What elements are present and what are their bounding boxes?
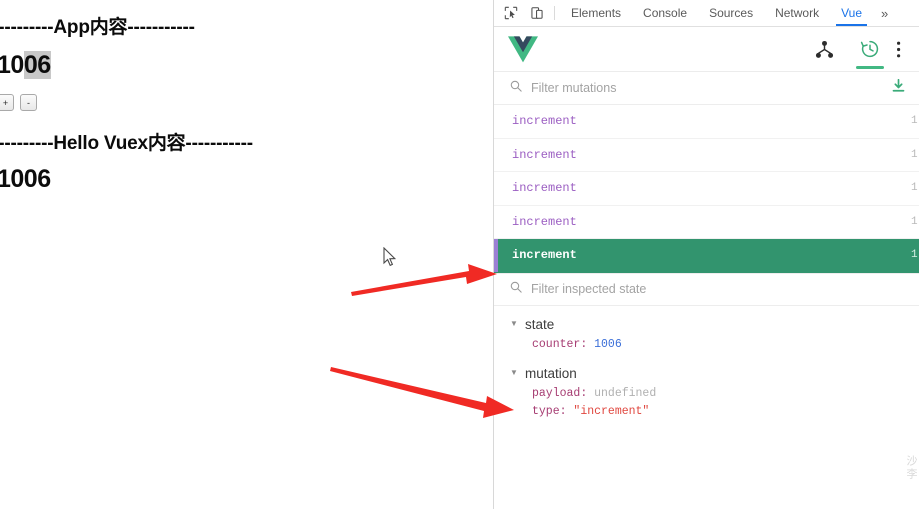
mutation-key: type [532,405,560,418]
mutation-separator: : [559,405,574,418]
mutation-timestamp: 1 [911,115,918,128]
state-row-counter: counter: 1006 [494,336,919,354]
inspector-group-mutation: ▼ mutation payload: undefined type: "inc… [494,362,919,421]
hello-vuex-counter-value: 1006 [0,165,51,193]
mutation-name: increment [512,248,577,263]
state-separator: : [580,338,595,351]
hello-vuex-section-heading: -----------Hello Vuex内容----------- [0,133,253,154]
tab-network[interactable]: Network [764,0,830,26]
mutations-filter-input[interactable] [531,81,884,95]
mutation-value: "increment" [573,405,650,418]
mutation-name: increment [512,147,577,162]
mutation-row[interactable]: increment 1 [494,172,919,206]
tab-console[interactable]: Console [632,0,698,26]
app-counter-selected-text: 06 [23,51,51,79]
mutation-value: undefined [594,387,657,400]
devtools-panel: Elements Console Sources Network Vue » F… [493,0,919,509]
mutation-row[interactable]: increment 1 [494,139,919,172]
import-state-icon[interactable] [892,78,905,98]
mutation-timestamp: 1 [911,215,918,228]
mutation-group-toggle[interactable]: ▼ mutation [494,362,919,385]
mutation-separator: : [580,387,595,400]
search-icon [510,79,522,97]
app-section-heading: -----------App内容----------- [0,17,195,38]
app-counter-value: 1006 [0,51,51,80]
settings-kebab-icon[interactable] [893,27,913,72]
vue-logo [508,35,538,62]
devtools-tabbar: Elements Console Sources Network Vue » [494,0,919,27]
screenshot-root: -----------App内容----------- 1006 + - ---… [0,0,919,509]
tab-vue[interactable]: Vue [830,0,873,26]
watermark-text: 沙李 [905,455,917,481]
mutation-key: payload [532,387,581,400]
state-group-toggle[interactable]: ▼ state [494,313,919,336]
mutation-name: increment [512,114,577,129]
vuex-history-icon[interactable] [847,27,893,72]
mutation-row[interactable]: increment 1 [494,105,919,139]
inspect-element-icon[interactable] [498,0,524,26]
mutations-list: increment 1 increment 1 increment 1 incr… [494,105,919,273]
state-group-label: state [525,316,555,332]
mouse-cursor-icon [383,247,397,267]
app-counter-prefix: 10 [0,51,24,79]
mutation-row-type: type: "increment" [494,403,919,421]
mutation-row-selected[interactable]: increment 1 [494,239,919,273]
tabs-overflow-icon[interactable]: » [873,0,896,26]
mutation-row-payload: payload: undefined [494,385,919,403]
state-key: counter [532,338,581,351]
caret-down-icon: ▼ [510,368,518,377]
search-icon [510,280,522,298]
counter-button-group: + - [0,94,37,111]
mutation-group-label: mutation [525,365,577,381]
mutation-timestamp: 1 [911,249,918,262]
component-tree-icon[interactable] [801,27,847,72]
tab-elements[interactable]: Elements [560,0,632,26]
mutation-name: increment [512,214,577,229]
vue-devtools-toolbar [494,27,919,72]
mutation-timestamp: 1 [911,148,918,161]
inspector-group-state: ▼ state counter: 1006 [494,313,919,354]
decrement-button[interactable]: - [20,94,37,111]
increment-button[interactable]: + [0,94,14,111]
state-inspector: ▼ state counter: 1006 ▼ mutation payload… [494,306,919,421]
state-value[interactable]: 1006 [594,338,622,351]
caret-down-icon: ▼ [510,319,518,328]
mutation-timestamp: 1 [911,182,918,195]
app-page: -----------App内容----------- 1006 + - ---… [0,0,492,509]
tab-sources[interactable]: Sources [698,0,764,26]
device-toolbar-icon[interactable] [524,0,550,26]
mutation-row[interactable]: increment 1 [494,206,919,239]
mutations-filter-bar [494,72,919,105]
state-filter-input[interactable] [531,282,905,296]
state-filter-bar [494,272,919,306]
mutation-name: increment [512,181,577,196]
toolbar-divider [554,6,555,20]
